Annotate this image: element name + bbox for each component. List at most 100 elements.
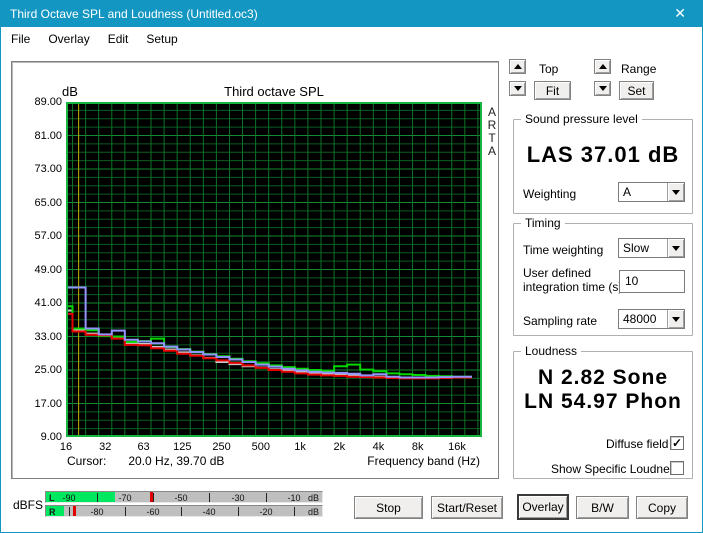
show-specific-loudness-label: Show Specific Loudness xyxy=(551,462,682,476)
dbfs-label: dBFS xyxy=(13,498,44,512)
meter-scale-number: -40 xyxy=(202,507,216,517)
diffuse-field-label: Diffuse field xyxy=(606,437,669,451)
x-tick-label: 500 xyxy=(251,441,270,453)
x-tick-label: 250 xyxy=(212,441,231,453)
y-tick-label: 33.00 xyxy=(34,330,62,343)
spl-value: LAS 37.01 dB xyxy=(526,142,680,167)
time-weighting-combobox[interactable]: Slow xyxy=(618,238,685,258)
weighting-label: Weighting xyxy=(523,187,577,201)
weighting-combobox[interactable]: A xyxy=(618,182,685,202)
loudness-n-value: N 2.82 Sone xyxy=(537,366,669,389)
y-tick-label: 73.00 xyxy=(34,163,62,175)
chart-panel: dB Third octave SPL 89.00 81.00 73.00 65.00… xyxy=(11,61,499,479)
menu-item-edit[interactable]: Edit xyxy=(99,29,138,49)
meter-scale-number: -70 xyxy=(118,493,132,503)
menu-item-setup[interactable]: Setup xyxy=(137,29,186,49)
sampling-rate-value: 48000 xyxy=(623,312,657,326)
client-area: dB Third octave SPL 89.00 81.00 73.00 65.00… xyxy=(1,51,702,532)
sampling-rate-label: Sampling rate xyxy=(523,314,598,328)
x-tick-label: 125 xyxy=(173,441,192,453)
level-meters: -90 -70 -50 -30 -10 LdB -80 -60 -40 -20 RdB xyxy=(45,491,325,519)
cursor-readout: Cursor: 20.0 Hz, 39.70 dB xyxy=(67,454,224,468)
close-icon[interactable]: ✕ xyxy=(674,5,686,21)
meter-scale-number: -10 xyxy=(287,493,301,503)
x-tick-label: 16 xyxy=(59,441,73,453)
range-spin-up-button[interactable] xyxy=(594,59,611,74)
meter-tick xyxy=(153,493,154,502)
meter-scale-number: -30 xyxy=(231,493,245,503)
meter-tick xyxy=(97,493,98,502)
meter-unit-label: dB xyxy=(307,493,319,503)
sampling-rate-combobox[interactable]: 48000 xyxy=(618,309,685,329)
dropdown-arrow-icon xyxy=(672,245,680,251)
fit-button-label: Fit xyxy=(545,83,560,98)
y-tick-label: 25.00 xyxy=(34,364,62,376)
overlay-button-label: Overlay xyxy=(522,500,564,514)
range-spin-down-button[interactable] xyxy=(594,81,611,96)
fit-button[interactable]: Fit xyxy=(534,81,571,100)
x-axis-title: Frequency band (Hz) xyxy=(367,454,480,468)
meter-scale-number: -60 xyxy=(146,507,160,517)
weighting-value: A xyxy=(623,185,632,199)
spectrum-plot[interactable] xyxy=(66,102,482,437)
x-tick-label: 4k xyxy=(372,441,385,453)
timing-group-title: Timing xyxy=(521,216,565,230)
stop-button[interactable]: Stop xyxy=(354,496,423,519)
spin-down-icon xyxy=(513,86,522,91)
dropdown-button[interactable] xyxy=(667,183,684,201)
window-title: Third Octave SPL and Loudness (Untitled.… xyxy=(10,7,258,21)
x-tick-label: 1k xyxy=(294,441,306,453)
set-button[interactable]: Set xyxy=(619,81,654,100)
top-spin-up-button[interactable] xyxy=(509,59,526,74)
top-spin-down-button[interactable] xyxy=(509,81,526,96)
overlay-button[interactable]: Overlay xyxy=(517,494,569,520)
timing-groupbox: Timing Time weighting Slow User defined … xyxy=(513,216,693,336)
range-label: Range xyxy=(621,62,657,76)
app-window: Third Octave SPL and Loudness (Untitled.… xyxy=(0,0,703,533)
dropdown-button[interactable] xyxy=(667,239,684,257)
cursor-value: 20.0 Hz, 39.70 dB xyxy=(128,454,225,468)
time-weighting-label: Time weighting xyxy=(523,243,604,257)
copy-button[interactable]: Copy xyxy=(636,496,688,519)
y-tick-label: 57.00 xyxy=(34,230,62,242)
bw-button-label: B/W xyxy=(591,500,614,515)
set-button-label: Set xyxy=(627,83,646,98)
top-label: Top xyxy=(539,62,559,76)
stop-button-label: Stop xyxy=(376,500,401,515)
x-tick-label: 63 xyxy=(137,441,150,453)
y-tick-label: 65.00 xyxy=(34,196,62,209)
y-tick-label: 49.00 xyxy=(34,263,62,276)
meter-fill xyxy=(46,492,115,502)
titlebar[interactable]: Third Octave SPL and Loudness (Untitled.… xyxy=(1,1,702,27)
menu-item-file[interactable]: File xyxy=(2,29,39,49)
integration-time-label-line2: integration time (s) xyxy=(523,280,623,294)
copy-button-label: Copy xyxy=(647,500,676,515)
integration-time-input[interactable]: 10 xyxy=(619,270,685,293)
x-tick-label: 32 xyxy=(99,441,112,453)
cursor-label: Cursor: xyxy=(67,454,107,468)
meter-peak-indicator xyxy=(73,506,76,516)
arta-watermark: ARTA xyxy=(486,106,498,158)
spin-down-icon xyxy=(598,86,607,91)
meter-tick xyxy=(266,493,267,502)
spl-groupbox: Sound pressure level LAS 37.01 dB Weight… xyxy=(513,112,693,214)
meter-tick xyxy=(69,507,70,516)
bw-button[interactable]: B/W xyxy=(576,496,629,519)
integration-time-label-line1: User defined xyxy=(523,266,592,280)
start-reset-button[interactable]: Start/Reset xyxy=(431,496,503,519)
dropdown-arrow-icon xyxy=(672,189,680,195)
diffuse-field-checkbox[interactable]: ✓ xyxy=(670,436,684,450)
menu-item-overlay[interactable]: Overlay xyxy=(39,29,98,49)
meter-channel-label: R xyxy=(49,507,56,517)
loudness-groupbox: Loudness N 2.82 Sone LN 54.97 Phon Diffu… xyxy=(513,344,693,479)
show-specific-loudness-checkbox[interactable] xyxy=(670,461,684,475)
meter-scale-number: -20 xyxy=(259,507,273,517)
chart-title: Third octave SPL xyxy=(224,84,324,99)
x-tick-label: 16k xyxy=(448,441,466,453)
dropdown-arrow-icon xyxy=(672,316,680,322)
y-tick-label: 17.00 xyxy=(34,397,62,410)
dropdown-button[interactable] xyxy=(667,310,684,328)
menubar: File Overlay Edit Setup xyxy=(2,27,702,51)
meter-tick xyxy=(125,507,126,516)
loudness-group-title: Loudness xyxy=(521,344,582,358)
